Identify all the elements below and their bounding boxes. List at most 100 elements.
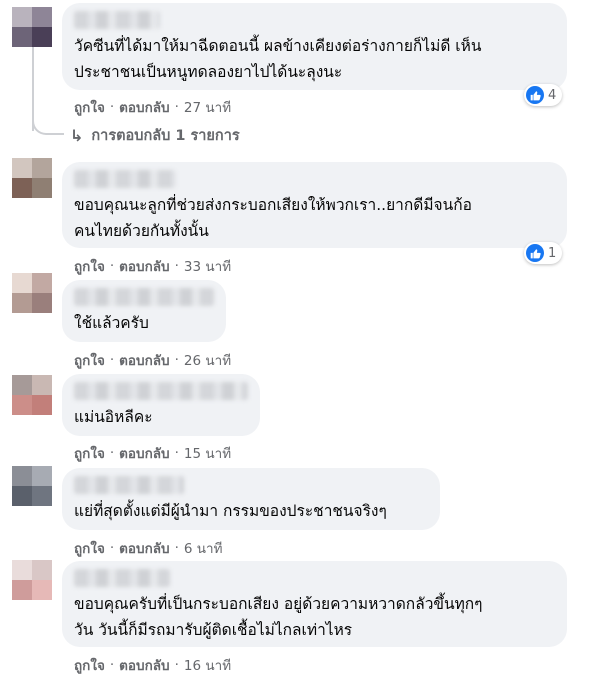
reply-button[interactable]: ตอบกลับ: [119, 96, 169, 118]
avatar-pixel: [32, 27, 52, 47]
avatar-pixel: [32, 273, 52, 293]
comment-text: วัคซีนที่ได้มาให้มาฉีดตอนนี้ ผลข้างเคียง…: [74, 33, 555, 85]
like-button[interactable]: ถูกใจ: [74, 255, 105, 277]
like-icon: [526, 244, 544, 262]
timestamp[interactable]: 6 นาที: [184, 537, 223, 559]
comment-text: ใช้แล้วครับ: [74, 310, 214, 336]
comment-bubble: วัคซีนที่ได้มาให้มาฉีดตอนนี้ ผลข้างเคียง…: [62, 3, 567, 90]
avatar[interactable]: [12, 7, 52, 47]
comment-actions: ถูกใจ · ตอบกลับ · 26 นาที: [74, 349, 231, 371]
avatar-pixel: [12, 466, 32, 486]
timestamp[interactable]: 27 นาที: [184, 96, 231, 118]
comment-bubble: ขอบคุณนะลูกที่ช่วยส่งกระบอกเสียงให้พวกเร…: [62, 162, 567, 248]
avatar-pixel: [12, 486, 32, 506]
avatar-pixel: [12, 375, 32, 395]
separator: ·: [174, 657, 179, 673]
separator: ·: [109, 352, 115, 368]
like-icon: [526, 86, 544, 104]
like-button[interactable]: ถูกใจ: [74, 349, 105, 371]
avatar-pixel: [32, 178, 52, 198]
comment-bubble: แม่นอิหลีคะ: [62, 374, 260, 436]
avatar-pixel: [32, 375, 52, 395]
separator: ·: [174, 540, 179, 556]
comment-line: แย่ที่สุดตั้งแต่มีผู้นำมา กรรมของประชาชน…: [74, 502, 387, 520]
avatar-pixel: [12, 395, 32, 415]
avatar-pixel: [32, 486, 52, 506]
timestamp[interactable]: 33 นาที: [184, 255, 231, 277]
avatar[interactable]: [12, 158, 52, 198]
separator: ·: [109, 657, 115, 673]
avatar[interactable]: [12, 273, 52, 313]
author-name-blurred[interactable]: [74, 569, 170, 587]
author-name-blurred[interactable]: [74, 382, 248, 400]
timestamp[interactable]: 26 นาที: [184, 349, 231, 371]
comment-actions: ถูกใจ · ตอบกลับ · 33 นาที: [74, 255, 231, 277]
avatar-pixel: [32, 395, 52, 415]
reply-arrow-icon: ↳: [70, 126, 84, 145]
reply-button[interactable]: ตอบกลับ: [119, 537, 169, 559]
author-name-blurred[interactable]: [74, 170, 176, 188]
comment-line: วัคซีนที่ได้มาให้มาฉีดตอนนี้ ผลข้างเคียง…: [74, 37, 482, 55]
reaction-count[interactable]: 4: [524, 84, 563, 106]
avatar-pixel: [32, 560, 52, 580]
avatar-pixel: [12, 580, 32, 600]
comment-text: ขอบคุณนะลูกที่ช่วยส่งกระบอกเสียงให้พวกเร…: [74, 192, 555, 244]
comment-actions: ถูกใจ · ตอบกลับ · 6 นาที: [74, 537, 223, 559]
avatar-pixel: [12, 27, 32, 47]
separator: ·: [109, 99, 115, 115]
like-button[interactable]: ถูกใจ: [74, 537, 105, 559]
comment-actions: ถูกใจ · ตอบกลับ · 15 นาที: [74, 442, 231, 464]
reaction-number: 1: [548, 245, 557, 261]
like-button[interactable]: ถูกใจ: [74, 96, 105, 118]
view-replies-label: การตอบกลับ 1 รายการ: [91, 128, 240, 144]
like-button[interactable]: ถูกใจ: [74, 654, 105, 676]
separator: ·: [174, 352, 179, 368]
reaction-number: 4: [548, 87, 557, 103]
thread-connector: [32, 115, 64, 135]
comment-text: แม่นอิหลีคะ: [74, 404, 248, 430]
avatar-pixel: [12, 178, 32, 198]
comment-bubble: ใช้แล้วครับ: [62, 280, 226, 342]
comment-line: ประชาชนเป็นหนูทดลองยาไปได้นะลุงนะ: [74, 63, 343, 81]
view-replies-link[interactable]: ↳ การตอบกลับ 1 รายการ: [70, 124, 240, 147]
comment-text: แย่ที่สุดตั้งแต่มีผู้นำมา กรรมของประชาชน…: [74, 498, 428, 524]
avatar-pixel: [32, 580, 52, 600]
comment-line: ขอบคุณครับที่เป็นกระบอกเสียง อยู่ด้วยควา…: [74, 595, 483, 613]
avatar-pixel: [12, 158, 32, 178]
separator: ·: [174, 99, 179, 115]
reply-button[interactable]: ตอบกลับ: [119, 442, 169, 464]
comment-line: ขอบคุณนะลูกที่ช่วยส่งกระบอกเสียงให้พวกเร…: [74, 196, 472, 214]
separator: ·: [109, 445, 115, 461]
separator: ·: [174, 258, 179, 274]
avatar[interactable]: [12, 466, 52, 506]
author-name-blurred[interactable]: [74, 11, 160, 29]
avatar-pixel: [32, 466, 52, 486]
avatar-pixel: [12, 560, 32, 580]
separator: ·: [109, 258, 115, 274]
comment-actions: ถูกใจ · ตอบกลับ · 27 นาที: [74, 96, 231, 118]
avatar-pixel: [12, 293, 32, 313]
reaction-count[interactable]: 1: [524, 242, 563, 264]
comment-text: ขอบคุณครับที่เป็นกระบอกเสียง อยู่ด้วยควา…: [74, 591, 555, 643]
avatar-pixel: [32, 293, 52, 313]
avatar[interactable]: [12, 560, 52, 600]
reply-button[interactable]: ตอบกลับ: [119, 654, 169, 676]
separator: ·: [174, 445, 179, 461]
comment-actions: ถูกใจ · ตอบกลับ · 16 นาที: [74, 654, 231, 676]
reply-button[interactable]: ตอบกลับ: [119, 349, 169, 371]
avatar[interactable]: [12, 375, 52, 415]
comment-bubble: แย่ที่สุดตั้งแต่มีผู้นำมา กรรมของประชาชน…: [62, 468, 440, 530]
reply-button[interactable]: ตอบกลับ: [119, 255, 169, 277]
author-name-blurred[interactable]: [74, 476, 184, 494]
comment-line: แม่นอิหลีคะ: [74, 408, 153, 426]
timestamp[interactable]: 15 นาที: [184, 442, 231, 464]
author-name-blurred[interactable]: [74, 288, 214, 306]
timestamp[interactable]: 16 นาที: [184, 654, 231, 676]
comment-line: ใช้แล้วครับ: [74, 314, 149, 332]
separator: ·: [109, 540, 115, 556]
comment-line: คนไทยด้วยกันทั้งนั้น: [74, 222, 209, 240]
avatar-pixel: [32, 158, 52, 178]
avatar-pixel: [32, 7, 52, 27]
comment-bubble: ขอบคุณครับที่เป็นกระบอกเสียง อยู่ด้วยควา…: [62, 561, 567, 647]
like-button[interactable]: ถูกใจ: [74, 442, 105, 464]
